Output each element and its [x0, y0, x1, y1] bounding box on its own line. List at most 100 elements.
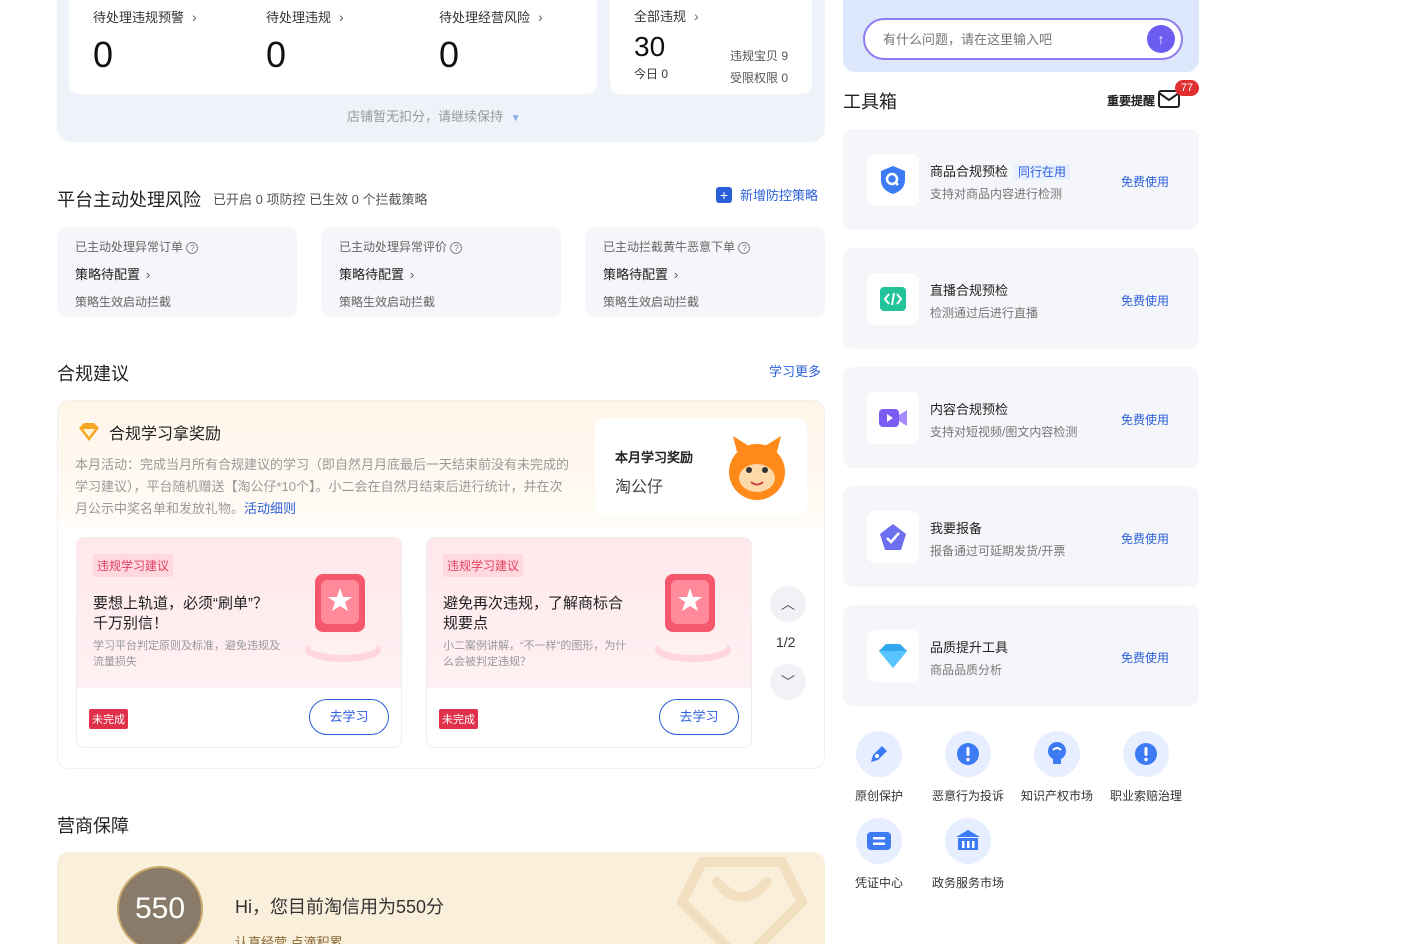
- book-icon: [649, 568, 739, 673]
- stat-label: 待处理违规: [266, 10, 332, 25]
- platform-title: 平台主动处理风险: [57, 190, 201, 210]
- tool-name: 直播合规预检: [930, 283, 1009, 298]
- triangle-down-icon: ▼: [510, 113, 521, 124]
- reward-rules-link[interactable]: 活动细则: [244, 501, 296, 516]
- tool-name: 商品合规预检: [930, 164, 1009, 179]
- mini-tool[interactable]: 原创保护: [839, 731, 919, 804]
- strategy-card[interactable]: 已主动拦截黄牛恶意下单 ? 策略待配置 › 策略生效启动拦截: [585, 227, 825, 317]
- reward-header: 合规学习拿奖励: [77, 420, 221, 444]
- diamond-icon: [77, 422, 101, 442]
- bulb-icon: [1034, 731, 1080, 777]
- chevron-right-icon: ›: [339, 9, 344, 25]
- help-icon[interactable]: ?: [738, 242, 751, 254]
- today-label: 今日: [634, 67, 659, 81]
- learn-desc: 学习平台判定原则及标准，避免违规及流量损失: [93, 640, 280, 668]
- free-use-link[interactable]: 免费使用: [1121, 649, 1169, 666]
- stat-violation[interactable]: 待处理违规 › 0: [266, 7, 344, 76]
- free-use-link[interactable]: 免费使用: [1121, 292, 1169, 309]
- tool-card[interactable]: 商品合规预检 同行在用 支持对商品内容进行检测 免费使用: [843, 129, 1199, 230]
- mini-tool[interactable]: 知识产权市场: [1017, 731, 1097, 804]
- status-badge: 未完成: [89, 709, 128, 729]
- tool-desc: 支持对商品内容进行检测: [930, 187, 1063, 201]
- month-reward-label: 本月学习奖励: [615, 450, 694, 465]
- plus-icon: +: [716, 186, 732, 203]
- watermark-icon: [677, 857, 807, 944]
- tool-name: 内容合规预检: [930, 402, 1009, 417]
- mini-tool[interactable]: 政务服务市场: [928, 818, 1008, 891]
- deduction-note-text: 店铺暂无扣分，请继续保持: [347, 109, 504, 124]
- strategy-label: 已主动处理异常评价: [339, 240, 448, 254]
- free-use-link[interactable]: 免费使用: [1121, 411, 1169, 428]
- credit-sub: 认真经营 点滴积累: [235, 935, 343, 944]
- reward-desc-text: 本月活动：完成当月所有合规建议的学习（即自然月月底最后一天结束前没有未完成的学习…: [75, 457, 570, 516]
- send-arrow-icon[interactable]: ↑: [1147, 25, 1175, 53]
- stat-risk[interactable]: 待处理经营风险 › 0: [439, 7, 543, 76]
- all-violation-label: 全部违规: [634, 9, 687, 24]
- tool-tag: 同行在用: [1014, 164, 1071, 180]
- reminder-count-badge: 77: [1175, 80, 1199, 96]
- stat-warning[interactable]: 待处理违规预警 › 0: [93, 7, 197, 76]
- credit-score: 550: [117, 866, 203, 944]
- help-icon[interactable]: ?: [450, 242, 463, 254]
- warning-icon: [945, 731, 991, 777]
- tool-desc: 商品品质分析: [930, 663, 1003, 677]
- chevron-right-icon: ›: [674, 267, 679, 282]
- strategy-card[interactable]: 已主动处理异常订单 ? 策略待配置 › 策略生效启动拦截: [57, 227, 297, 317]
- code-icon: [867, 273, 919, 325]
- all-violation-detail: 违规宝贝 9 受限权限 0: [730, 45, 788, 89]
- video-camera-icon: [867, 392, 919, 444]
- platform-subtitle: 已开启 0 项防控 已生效 0 个拦截策略: [213, 192, 428, 207]
- chevron-right-icon: ›: [192, 9, 197, 25]
- tool-card[interactable]: 我要报备 报备通过可延期发货/开票 免费使用: [843, 486, 1199, 587]
- search-box[interactable]: ↑: [863, 18, 1183, 60]
- strategy-status: 策略待配置: [75, 267, 141, 282]
- stat-label: 待处理违规预警: [93, 10, 185, 25]
- deduction-note[interactable]: 店铺暂无扣分，请继续保持 ▼: [347, 106, 521, 125]
- mini-tool[interactable]: 凭证中心: [839, 818, 919, 891]
- tool-desc: 检测通过后进行直播: [930, 306, 1039, 320]
- chevron-down-icon[interactable]: ﹀: [770, 664, 806, 700]
- all-violation: 全部违规 › 30 今日 0: [634, 6, 699, 82]
- strategy-desc: 策略生效启动拦截: [339, 295, 436, 309]
- learn-card[interactable]: 违规学习建议 要想上轨道，必须“刷单”？千万别信！ 学习平台判定原则及标准，避免…: [76, 537, 402, 748]
- learn-title: 要想上轨道，必须“刷单”？千万别信！: [93, 595, 268, 632]
- go-learn-button[interactable]: 去学习: [309, 699, 389, 735]
- add-strategy-button[interactable]: + 新增防控策略: [716, 185, 818, 204]
- tool-card[interactable]: 直播合规预检 检测通过后进行直播 免费使用: [843, 248, 1199, 349]
- pager-text: 1/2: [776, 634, 795, 650]
- free-use-link[interactable]: 免费使用: [1121, 173, 1169, 190]
- stat-value: 0: [266, 34, 287, 75]
- compliance-title: 合规建议: [57, 364, 129, 384]
- all-violation-value: 30: [634, 31, 666, 62]
- guarantee-title: 营商保障: [57, 816, 129, 836]
- tool-name: 品质提升工具: [930, 640, 1009, 655]
- bao-value: 9: [781, 49, 789, 63]
- search-input[interactable]: [883, 29, 1133, 49]
- go-learn-button[interactable]: 去学习: [659, 699, 739, 735]
- shield-search-icon: [867, 154, 919, 206]
- learn-more-link[interactable]: 学习更多: [769, 361, 821, 380]
- tool-card[interactable]: 内容合规预检 支持对短视频/图文内容检测 免费使用: [843, 367, 1199, 468]
- mini-tool[interactable]: 恶意行为投诉: [928, 731, 1008, 804]
- limit-value: 0: [781, 71, 789, 85]
- tool-desc: 报备通过可延期发货/开票: [930, 544, 1066, 558]
- check-badge-icon: [867, 511, 919, 563]
- warning-icon: [1123, 731, 1169, 777]
- strategy-label: 已主动处理异常订单: [75, 240, 184, 254]
- learn-card[interactable]: 违规学习建议 避免再次违规，了解商标合规要点 小二案例讲解，“不一样”的图形，为…: [426, 537, 752, 748]
- reminder-label[interactable]: 重要提醒: [1107, 92, 1155, 109]
- chevron-up-icon[interactable]: ︿: [770, 586, 806, 622]
- strategy-card[interactable]: 已主动处理异常评价 ? 策略待配置 › 策略生效启动拦截: [321, 227, 561, 317]
- tool-card[interactable]: 品质提升工具 商品品质分析 免费使用: [843, 605, 1199, 706]
- credit-greeting: Hi，您目前淘信用为550分: [235, 897, 445, 917]
- mini-tool[interactable]: 职业索赔治理: [1106, 731, 1186, 804]
- strategy-status: 策略待配置: [603, 267, 669, 282]
- chevron-right-icon: ›: [538, 9, 543, 25]
- free-use-link[interactable]: 免费使用: [1121, 530, 1169, 547]
- today-value: 0: [661, 67, 669, 81]
- mini-tool-label: 凭证中心: [854, 876, 903, 890]
- help-icon[interactable]: ?: [186, 242, 199, 254]
- mini-tool-label: 政务服务市场: [931, 876, 1004, 890]
- mini-tool-label: 恶意行为投诉: [931, 789, 1004, 803]
- chevron-right-icon: ›: [410, 267, 415, 282]
